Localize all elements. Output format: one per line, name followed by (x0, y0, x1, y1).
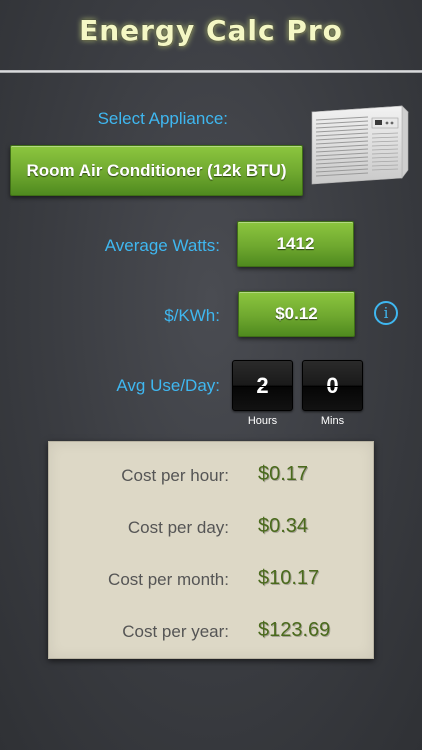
cost-per-day-value: $0.34 (258, 515, 309, 537)
info-icon[interactable]: i (374, 301, 398, 325)
cost-per-month-value: $10.17 (258, 567, 320, 589)
cost-per-year-value: $123.69 (258, 619, 331, 641)
average-watts-button[interactable]: 1412 (237, 221, 354, 267)
cost-per-month-label: Cost per month: (108, 570, 229, 589)
app-title: Energy Calc Pro (79, 14, 343, 47)
results-panel: Cost per hour: $0.17 Cost per day: $0.34… (48, 441, 374, 659)
header-divider (0, 70, 422, 73)
appliance-select-label: Room Air Conditioner (12k BTU) (26, 160, 287, 180)
hours-picker[interactable]: 2 (232, 360, 293, 411)
select-appliance-label: Select Appliance: (97, 109, 228, 128)
mins-label: Mins (320, 415, 345, 427)
average-watts-value: 1412 (276, 234, 315, 253)
cost-per-year-label: Cost per year: (122, 622, 229, 641)
hours-label: Hours (247, 415, 278, 427)
result-row-hour: Cost per hour: $0.17 (49, 460, 375, 490)
avg-use-label: Avg Use/Day: (116, 376, 220, 395)
cost-per-day-label: Cost per day: (127, 518, 229, 537)
rate-button[interactable]: $0.12 (238, 291, 355, 337)
cost-per-hour-value: $0.17 (258, 463, 309, 485)
result-row-month: Cost per month: $10.17 (49, 564, 375, 594)
result-row-day: Cost per day: $0.34 (49, 512, 375, 542)
rate-value: $0.12 (275, 304, 318, 323)
air-conditioner-icon (311, 105, 409, 185)
cost-per-hour-label: Cost per hour: (121, 466, 229, 485)
appliance-select-button[interactable]: Room Air Conditioner (12k BTU) (10, 145, 303, 196)
average-watts-label: Average Watts: (104, 236, 220, 255)
hours-value: 2 (256, 372, 269, 398)
result-row-year: Cost per year: $123.69 (49, 616, 375, 646)
mins-picker[interactable]: 0 (302, 360, 363, 411)
rate-label: $/KWh: (164, 306, 220, 325)
mins-value: 0 (326, 372, 339, 398)
